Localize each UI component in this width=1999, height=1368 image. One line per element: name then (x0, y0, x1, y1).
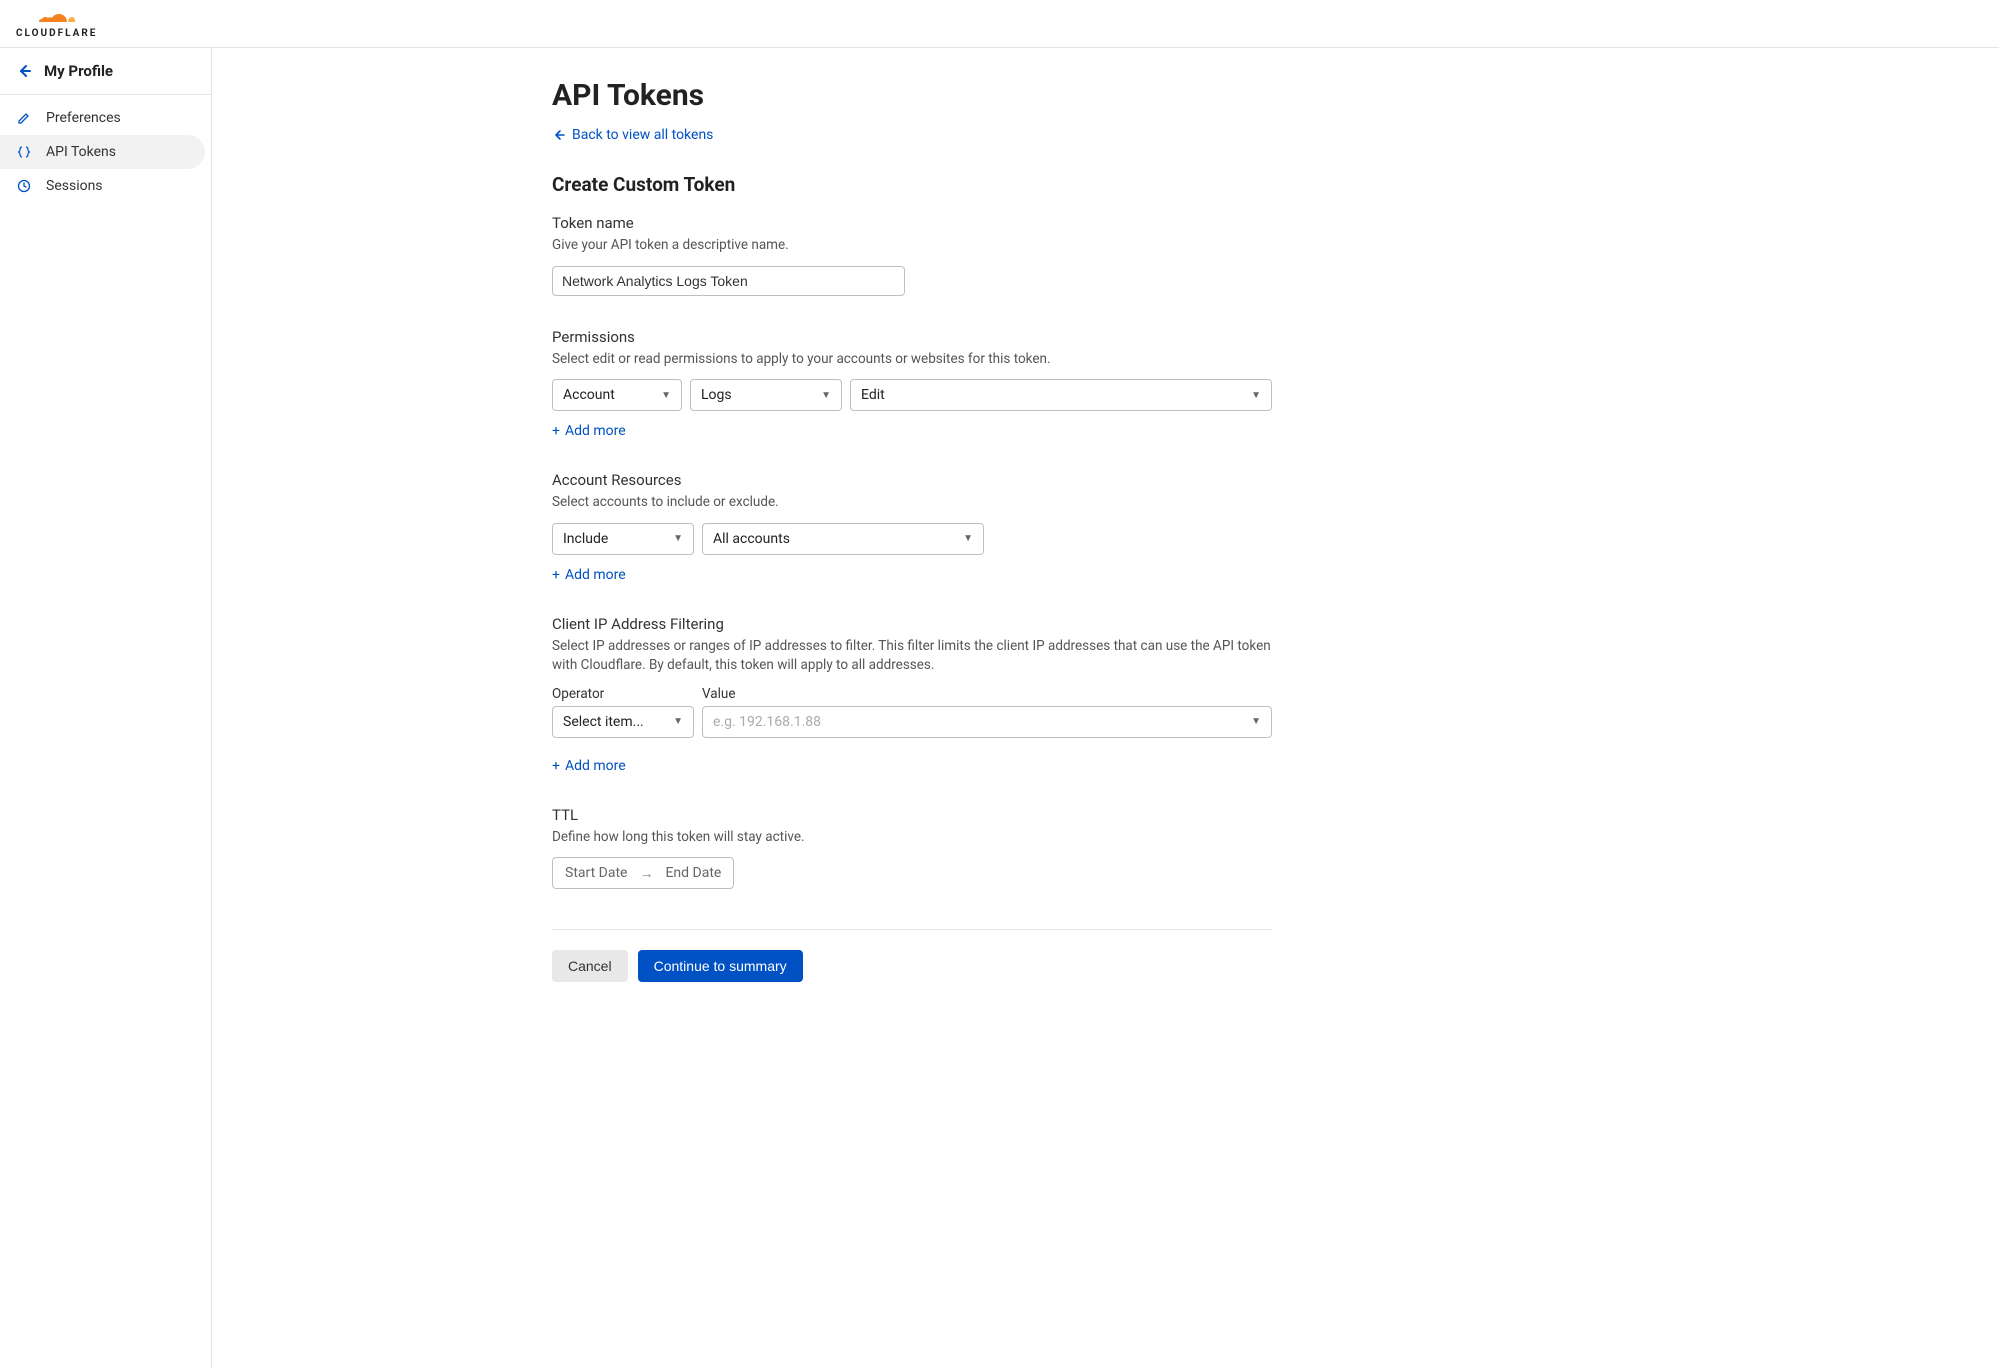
permission-level-value: Edit (861, 387, 885, 403)
account-mode-select[interactable]: Include ▼ (552, 523, 694, 555)
add-more-label: Add more (565, 758, 626, 774)
clock-icon (16, 178, 32, 194)
back-link-label: Back to view all tokens (572, 127, 713, 143)
arrow-right-icon: → (639, 865, 653, 882)
account-target-select[interactable]: All accounts ▼ (702, 523, 984, 555)
sidebar-header[interactable]: My Profile (0, 48, 211, 95)
permissions-label: Permissions (552, 328, 1272, 346)
sidebar-item-label: Sessions (46, 178, 103, 194)
cloudflare-logo[interactable]: CLOUDFLARE (16, 8, 97, 39)
pencil-icon (16, 110, 32, 126)
arrow-left-icon (552, 128, 566, 142)
page-title: API Tokens (552, 78, 1272, 113)
main-content: API Tokens Back to view all tokens Creat… (212, 48, 1999, 1368)
ip-value-select[interactable]: e.g. 192.168.1.88 ▼ (702, 706, 1272, 738)
permission-scope-select[interactable]: Account ▼ (552, 379, 682, 411)
brand-text: CLOUDFLARE (16, 28, 97, 39)
caret-down-icon: ▼ (673, 716, 683, 727)
token-name-desc: Give your API token a descriptive name. (552, 236, 1272, 256)
token-name-input[interactable] (552, 266, 905, 296)
caret-down-icon: ▼ (1251, 390, 1261, 401)
back-to-tokens-link[interactable]: Back to view all tokens (552, 127, 713, 143)
ttl-label: TTL (552, 806, 1272, 824)
add-more-label: Add more (565, 423, 626, 439)
permission-scope-value: Account (563, 387, 615, 403)
token-name-label: Token name (552, 214, 1272, 232)
create-token-title: Create Custom Token (552, 173, 1272, 196)
plus-icon: + (552, 423, 560, 439)
value-column-label: Value (702, 686, 1272, 702)
ip-value-placeholder: e.g. 192.168.1.88 (713, 714, 821, 730)
permission-level-select[interactable]: Edit ▼ (850, 379, 1272, 411)
ip-filter-block: Client IP Address Filtering Select IP ad… (552, 615, 1272, 774)
cancel-button[interactable]: Cancel (552, 950, 628, 982)
permission-resource-select[interactable]: Logs ▼ (690, 379, 842, 411)
operator-column-label: Operator (552, 686, 694, 702)
cloud-icon (37, 8, 77, 26)
plus-icon: + (552, 758, 560, 774)
account-add-more[interactable]: + Add more (552, 567, 626, 583)
sidebar-item-label: API Tokens (46, 144, 116, 160)
ttl-block: TTL Define how long this token will stay… (552, 806, 1272, 890)
topbar: CLOUDFLARE (0, 0, 1999, 48)
add-more-label: Add more (565, 567, 626, 583)
permissions-block: Permissions Select edit or read permissi… (552, 328, 1272, 440)
sidebar: My Profile Preferences API Tokens Sessio… (0, 48, 212, 1368)
permissions-desc: Select edit or read permissions to apply… (552, 350, 1272, 370)
braces-icon (16, 144, 32, 160)
nav-list: Preferences API Tokens Sessions (0, 95, 211, 209)
token-name-block: Token name Give your API token a descrip… (552, 214, 1272, 296)
permissions-add-more[interactable]: + Add more (552, 423, 626, 439)
ttl-end-label: End Date (665, 865, 721, 881)
sidebar-item-api-tokens[interactable]: API Tokens (0, 135, 205, 169)
back-arrow-icon (16, 63, 32, 79)
actions-row: Cancel Continue to summary (552, 950, 1272, 982)
caret-down-icon: ▼ (1251, 716, 1261, 727)
account-resources-block: Account Resources Select accounts to inc… (552, 471, 1272, 583)
account-target-value: All accounts (713, 531, 790, 547)
account-mode-value: Include (563, 531, 608, 547)
caret-down-icon: ▼ (821, 390, 831, 401)
sidebar-item-label: Preferences (46, 110, 121, 126)
sidebar-item-sessions[interactable]: Sessions (0, 169, 211, 203)
ip-filter-desc: Select IP addresses or ranges of IP addr… (552, 637, 1272, 676)
caret-down-icon: ▼ (963, 533, 973, 544)
ttl-start-label: Start Date (565, 865, 627, 881)
sidebar-title: My Profile (44, 62, 113, 80)
ttl-daterange[interactable]: Start Date → End Date (552, 857, 734, 889)
account-resources-label: Account Resources (552, 471, 1272, 489)
plus-icon: + (552, 567, 560, 583)
continue-button[interactable]: Continue to summary (638, 950, 803, 982)
permission-resource-value: Logs (701, 387, 732, 403)
ip-filter-label: Client IP Address Filtering (552, 615, 1272, 633)
caret-down-icon: ▼ (673, 533, 683, 544)
ip-operator-value: Select item... (563, 714, 644, 730)
account-resources-desc: Select accounts to include or exclude. (552, 493, 1272, 513)
sidebar-item-preferences[interactable]: Preferences (0, 101, 211, 135)
ip-add-more[interactable]: + Add more (552, 758, 626, 774)
caret-down-icon: ▼ (661, 390, 671, 401)
ip-operator-select[interactable]: Select item... ▼ (552, 706, 694, 738)
ttl-desc: Define how long this token will stay act… (552, 828, 1272, 848)
divider (552, 929, 1272, 930)
